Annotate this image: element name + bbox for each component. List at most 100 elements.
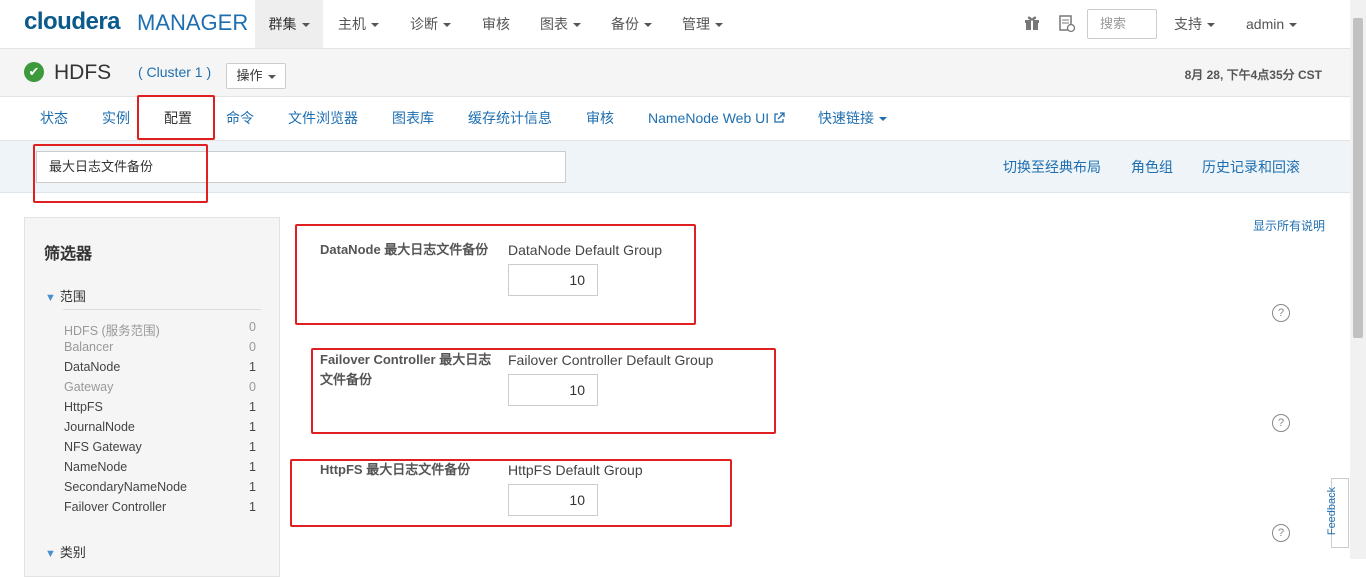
nav-administration-label: 管理 — [682, 16, 710, 32]
feedback-tab[interactable]: Feedback — [1326, 478, 1349, 548]
tab-configuration[interactable]: 配置 — [164, 97, 192, 140]
filter-section-scope[interactable]: ▼ 范围 — [45, 286, 86, 305]
tab-cache-statistics[interactable]: 缓存统计信息 — [468, 97, 552, 140]
actions-dropdown-button[interactable]: 操作 — [226, 63, 286, 89]
chevron-down-icon — [1207, 23, 1215, 28]
tab-status[interactable]: 状态 — [40, 97, 68, 140]
config-input-httpfs-log-backups[interactable]: 10 — [508, 484, 598, 516]
config-group-httpfs[interactable]: HttpFS Default Group — [508, 462, 643, 478]
filter-section-scope-label: 范围 — [59, 289, 86, 304]
role-groups-link[interactable]: 角色组 — [1131, 157, 1173, 177]
filter-item-count: 1 — [249, 460, 256, 474]
show-all-descriptions-link[interactable]: 显示所有说明 — [1253, 217, 1325, 234]
filter-scope-item[interactable]: JournalNode 1 — [64, 420, 256, 440]
running-commands-icon[interactable] — [1058, 15, 1076, 36]
tab-namenode-web-ui[interactable]: NameNode Web UI — [648, 97, 785, 140]
switch-classic-layout-link[interactable]: 切换至经典布局 — [1003, 157, 1101, 177]
filter-item-count: 1 — [249, 440, 256, 454]
gift-icon[interactable] — [1024, 15, 1040, 34]
manager-logo-text[interactable]: MANAGER — [137, 10, 248, 36]
filter-scope-item[interactable]: DataNode 1 — [64, 360, 256, 380]
feedback-label: Feedback — [1326, 486, 1339, 536]
filter-scope-item[interactable]: HDFS (服务范围) 0 — [64, 320, 256, 340]
config-label-httpfs-log-backups: HttpFS 最大日志文件备份 — [320, 462, 471, 477]
nav-backup-label: 备份 — [611, 16, 639, 32]
help-icon[interactable]: ? — [1272, 414, 1290, 432]
filter-item-name: NFS Gateway — [64, 440, 142, 454]
tab-commands[interactable]: 命令 — [226, 97, 254, 140]
filter-item-count: 1 — [249, 500, 256, 514]
chevron-down-icon — [715, 23, 723, 28]
nav-hosts-label: 主机 — [338, 16, 366, 32]
config-input-failover-controller-log-backups[interactable]: 10 — [508, 374, 598, 406]
nav-clusters[interactable]: 群集 — [255, 0, 323, 48]
nav-hosts[interactable]: 主机 — [338, 0, 379, 48]
chevron-down-icon — [644, 23, 652, 28]
nav-clusters-label: 群集 — [268, 16, 297, 32]
nav-audits[interactable]: 审核 — [482, 0, 510, 48]
chevron-down-icon — [301, 23, 310, 28]
nav-audits-label: 审核 — [482, 16, 510, 32]
nav-support[interactable]: 支持 — [1174, 0, 1215, 48]
filter-item-count: 1 — [249, 400, 256, 414]
config-label-failover-controller-log-backups: Failover Controller 最大日志文件备份 — [320, 352, 492, 387]
filter-item-count: 1 — [249, 360, 256, 374]
config-search-bar: 最大日志文件备份 切换至经典布局 角色组 历史记录和回滚 — [0, 141, 1350, 193]
page-scrollbar[interactable] — [1350, 0, 1366, 559]
config-group-failover-controller[interactable]: Failover Controller Default Group — [508, 352, 713, 368]
nav-user-menu[interactable]: admin — [1246, 0, 1298, 48]
filter-scope-item[interactable]: NameNode 1 — [64, 460, 256, 480]
tab-chart-library[interactable]: 图表库 — [392, 97, 434, 140]
tab-quick-links[interactable]: 快速链接 — [818, 97, 887, 140]
config-group-datanode[interactable]: DataNode Default Group — [508, 242, 662, 258]
config-input-datanode-log-backups[interactable]: 10 — [508, 264, 598, 296]
filter-scope-item[interactable]: NFS Gateway 1 — [64, 440, 256, 460]
config-search-input[interactable]: 最大日志文件备份 — [36, 151, 566, 183]
help-icon[interactable]: ? — [1272, 524, 1290, 542]
check-circle-icon: ✔ — [24, 62, 44, 82]
nav-charts-label: 图表 — [540, 16, 568, 32]
chevron-down-icon: ▼ — [45, 548, 56, 560]
filter-item-count: 0 — [249, 320, 256, 334]
scrollbar-thumb[interactable] — [1353, 18, 1363, 338]
filter-item-name: Failover Controller — [64, 500, 167, 514]
chevron-down-icon — [371, 23, 379, 28]
nav-diagnostics[interactable]: 诊断 — [410, 0, 451, 48]
top-navbar: cloudera MANAGER 群集 主机 诊断 审核 图表 备份 管理 搜索… — [0, 0, 1350, 49]
filter-section-category-label: 类别 — [59, 545, 86, 560]
config-label-datanode-log-backups: DataNode 最大日志文件备份 — [320, 242, 489, 257]
filter-item-name: HDFS (服务范围) — [64, 324, 160, 338]
help-icon[interactable]: ? — [1272, 304, 1290, 322]
filter-item-count: 1 — [249, 420, 256, 434]
filter-item-name: Gateway — [64, 380, 114, 394]
cluster-link[interactable]: ( Cluster 1 ) — [138, 64, 211, 80]
nav-charts[interactable]: 图表 — [540, 0, 581, 48]
chevron-down-icon — [443, 23, 451, 28]
chevron-down-icon: ▼ — [45, 292, 56, 304]
history-rollback-link[interactable]: 历史记录和回滚 — [1202, 157, 1300, 177]
nav-support-label: 支持 — [1174, 16, 1202, 32]
filter-item-name: NameNode — [64, 460, 128, 474]
tab-audits[interactable]: 审核 — [586, 97, 614, 140]
filter-scope-item[interactable]: Gateway 0 — [64, 380, 256, 400]
filter-scope-item[interactable]: HttpFS 1 — [64, 400, 256, 420]
divider — [63, 309, 261, 310]
actions-label: 操作 — [236, 68, 263, 83]
filter-scope-item[interactable]: SecondaryNameNode 1 — [64, 480, 256, 500]
nav-administration[interactable]: 管理 — [682, 0, 723, 48]
tab-quick-links-label: 快速链接 — [818, 110, 874, 126]
global-search-input[interactable]: 搜索 — [1087, 9, 1157, 39]
service-tabs: 状态 实例 配置 命令 文件浏览器 图表库 缓存统计信息 审核 NameNode… — [0, 97, 1350, 141]
filter-scope-item[interactable]: Failover Controller 1 — [64, 500, 256, 520]
cloudera-logo[interactable]: cloudera — [24, 8, 121, 36]
nav-diagnostics-label: 诊断 — [410, 16, 438, 32]
filter-scope-item[interactable]: Balancer 0 — [64, 340, 256, 360]
filter-item-count: 0 — [249, 380, 256, 394]
current-datetime: 8月 28, 下午4点35分 CST — [1184, 68, 1322, 82]
filter-title: 筛选器 — [44, 246, 93, 263]
nav-backup[interactable]: 备份 — [611, 0, 652, 48]
tab-instances[interactable]: 实例 — [102, 97, 130, 140]
tab-file-browser[interactable]: 文件浏览器 — [288, 97, 358, 140]
filter-section-category[interactable]: ▼ 类别 — [45, 542, 86, 561]
filter-item-name: HttpFS — [64, 400, 103, 414]
